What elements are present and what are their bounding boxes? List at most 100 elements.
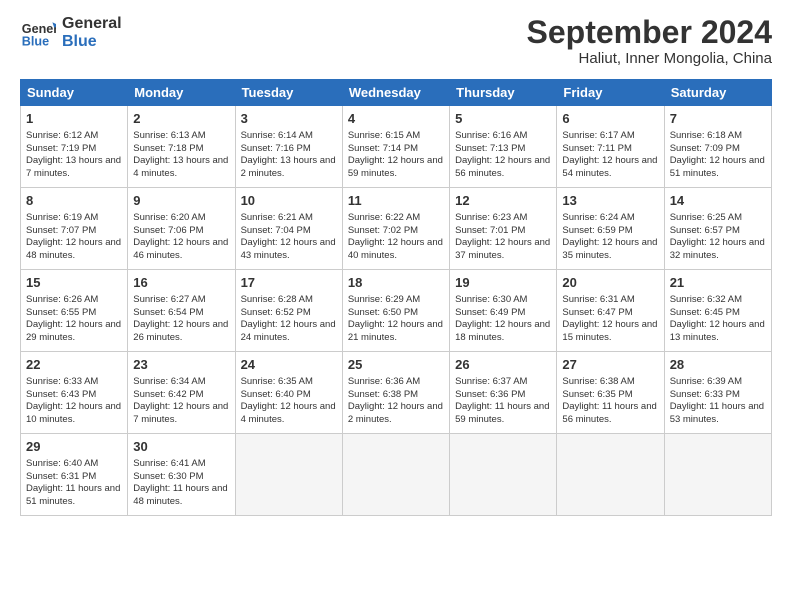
sunrise-text: Sunrise: 6:12 AM — [26, 130, 98, 141]
daylight-text: Daylight: 12 hours and 32 minutes. — [670, 237, 765, 261]
day-number: 28 — [670, 356, 766, 374]
table-row — [342, 434, 449, 516]
sunset-text: Sunset: 7:11 PM — [562, 143, 632, 154]
table-row: 8Sunrise: 6:19 AMSunset: 7:07 PMDaylight… — [21, 188, 128, 270]
daylight-text: Daylight: 11 hours and 51 minutes. — [26, 483, 120, 507]
col-monday: Monday — [128, 80, 235, 106]
daylight-text: Daylight: 12 hours and 4 minutes. — [241, 401, 336, 425]
sunset-text: Sunset: 7:01 PM — [455, 225, 525, 236]
table-row — [450, 434, 557, 516]
day-number: 18 — [348, 274, 444, 292]
table-row: 6Sunrise: 6:17 AMSunset: 7:11 PMDaylight… — [557, 106, 664, 188]
daylight-text: Daylight: 12 hours and 46 minutes. — [133, 237, 228, 261]
sunset-text: Sunset: 7:04 PM — [241, 225, 311, 236]
table-row: 12Sunrise: 6:23 AMSunset: 7:01 PMDayligh… — [450, 188, 557, 270]
sunset-text: Sunset: 6:50 PM — [348, 307, 418, 318]
sunset-text: Sunset: 6:33 PM — [670, 389, 740, 400]
daylight-text: Daylight: 11 hours and 48 minutes. — [133, 483, 227, 507]
day-number: 27 — [562, 356, 658, 374]
calendar-week-row: 1 Sunrise: 6:12 AM Sunset: 7:19 PM Daylight… — [21, 106, 772, 188]
day-number: 11 — [348, 192, 444, 210]
table-row — [664, 434, 771, 516]
day-number: 12 — [455, 192, 551, 210]
daylight-text: Daylight: 13 hours and 4 minutes. — [133, 155, 228, 179]
table-row: 7Sunrise: 6:18 AMSunset: 7:09 PMDaylight… — [664, 106, 771, 188]
sunset-text: Sunset: 6:49 PM — [455, 307, 525, 318]
daylight-text: Daylight: 12 hours and 21 minutes. — [348, 319, 443, 343]
table-row: 9Sunrise: 6:20 AMSunset: 7:06 PMDaylight… — [128, 188, 235, 270]
day-number: 6 — [562, 110, 658, 128]
day-number: 23 — [133, 356, 229, 374]
calendar-week-row: 15Sunrise: 6:26 AMSunset: 6:55 PMDayligh… — [21, 270, 772, 352]
day-number: 29 — [26, 438, 122, 456]
day-number: 22 — [26, 356, 122, 374]
table-row: 15 Sunrise: 6:26 AM Sunset: 6:55 PMDayligh… — [21, 270, 128, 352]
table-row: 30Sunrise: 6:41 AMSunset: 6:30 PMDayligh… — [128, 434, 235, 516]
sunrise-text: Sunrise: 6:40 AM — [26, 458, 98, 469]
table-row: 27Sunrise: 6:38 AMSunset: 6:35 PMDayligh… — [557, 352, 664, 434]
daylight-text: Daylight: 12 hours and 2 minutes. — [348, 401, 443, 425]
sunrise-text: Sunrise: 6:26 AM — [26, 294, 98, 305]
sunset-text: Sunset: 6:36 PM — [455, 389, 525, 400]
table-row: 4Sunrise: 6:15 AMSunset: 7:14 PMDaylight… — [342, 106, 449, 188]
sunrise-text: Sunrise: 6:18 AM — [670, 130, 742, 141]
table-row — [557, 434, 664, 516]
col-thursday: Thursday — [450, 80, 557, 106]
sunset-text: Sunset: 6:55 PM — [26, 307, 96, 318]
sunrise-text: Sunrise: 6:13 AM — [133, 130, 205, 141]
table-row: 17Sunrise: 6:28 AMSunset: 6:52 PMDayligh… — [235, 270, 342, 352]
day-number: 3 — [241, 110, 337, 128]
sunrise-text: Sunrise: 6:15 AM — [348, 130, 420, 141]
table-row: 23Sunrise: 6:34 AMSunset: 6:42 PMDayligh… — [128, 352, 235, 434]
day-number: 10 — [241, 192, 337, 210]
sunset-text: Sunset: 6:43 PM — [26, 389, 96, 400]
sunrise-text: Sunrise: 6:39 AM — [670, 376, 742, 387]
calendar-week-row: 29Sunrise: 6:40 AMSunset: 6:31 PMDayligh… — [21, 434, 772, 516]
sunrise-text: Sunrise: 6:37 AM — [455, 376, 527, 387]
day-number: 30 — [133, 438, 229, 456]
day-number: 1 — [26, 110, 122, 128]
table-row: 24Sunrise: 6:35 AMSunset: 6:40 PMDayligh… — [235, 352, 342, 434]
sunset-text: Sunset: 6:52 PM — [241, 307, 311, 318]
daylight-text: Daylight: 12 hours and 29 minutes. — [26, 319, 121, 343]
daylight-text: Daylight: 12 hours and 40 minutes. — [348, 237, 443, 261]
daylight-text: Daylight: 12 hours and 13 minutes. — [670, 319, 765, 343]
sunset-text: Sunset: 6:57 PM — [670, 225, 740, 236]
sunrise-text: Sunrise: 6:16 AM — [455, 130, 527, 141]
sunset-text: Sunset: 6:30 PM — [133, 471, 203, 482]
logo-general: General — [62, 15, 122, 33]
daylight-text: Daylight: 11 hours and 56 minutes. — [562, 401, 656, 425]
day-number: 21 — [670, 274, 766, 292]
table-row: 10Sunrise: 6:21 AMSunset: 7:04 PMDayligh… — [235, 188, 342, 270]
daylight-text: Daylight: 12 hours and 54 minutes. — [562, 155, 657, 179]
day-number: 4 — [348, 110, 444, 128]
sunrise-text: Sunrise: 6:30 AM — [455, 294, 527, 305]
table-row: 29Sunrise: 6:40 AMSunset: 6:31 PMDayligh… — [21, 434, 128, 516]
sunrise-text: Sunrise: 6:22 AM — [348, 212, 420, 223]
sunset-text: Sunset: 6:35 PM — [562, 389, 632, 400]
daylight-text: Daylight: 11 hours and 53 minutes. — [670, 401, 764, 425]
logo-blue: Blue — [62, 33, 122, 51]
col-tuesday: Tuesday — [235, 80, 342, 106]
daylight-text: Daylight: 12 hours and 37 minutes. — [455, 237, 550, 261]
table-row: 1Sunrise: 6:12 AMSunset: 7:19 PMDaylight… — [21, 106, 128, 188]
title-block: September 2024 Haliut, Inner Mongolia, C… — [527, 15, 772, 67]
daylight-text: Daylight: 12 hours and 15 minutes. — [562, 319, 657, 343]
day-number: 20 — [562, 274, 658, 292]
sunset-text: Sunset: 7:19 PM — [26, 143, 96, 154]
calendar-week-row: 22Sunrise: 6:33 AMSunset: 6:43 PMDayligh… — [21, 352, 772, 434]
daylight-text: Daylight: 12 hours and 7 minutes. — [133, 401, 228, 425]
day-number: 13 — [562, 192, 658, 210]
logo-icon: General Blue — [20, 15, 56, 51]
sunrise-text: Sunrise: 6:25 AM — [670, 212, 742, 223]
day-number: 14 — [670, 192, 766, 210]
sunset-text: Sunset: 6:42 PM — [133, 389, 203, 400]
sunset-text: Sunset: 7:18 PM — [133, 143, 203, 154]
sunrise-text: Sunrise: 6:14 AM — [241, 130, 313, 141]
daylight-text: Daylight: 12 hours and 51 minutes. — [670, 155, 765, 179]
sunrise-text: Sunrise: 6:28 AM — [241, 294, 313, 305]
table-row: 11Sunrise: 6:22 AMSunset: 7:02 PMDayligh… — [342, 188, 449, 270]
logo: General Blue General Blue — [20, 15, 122, 51]
sunset-text: Sunset: 7:07 PM — [26, 225, 96, 236]
day-number: 15 — [26, 274, 122, 292]
